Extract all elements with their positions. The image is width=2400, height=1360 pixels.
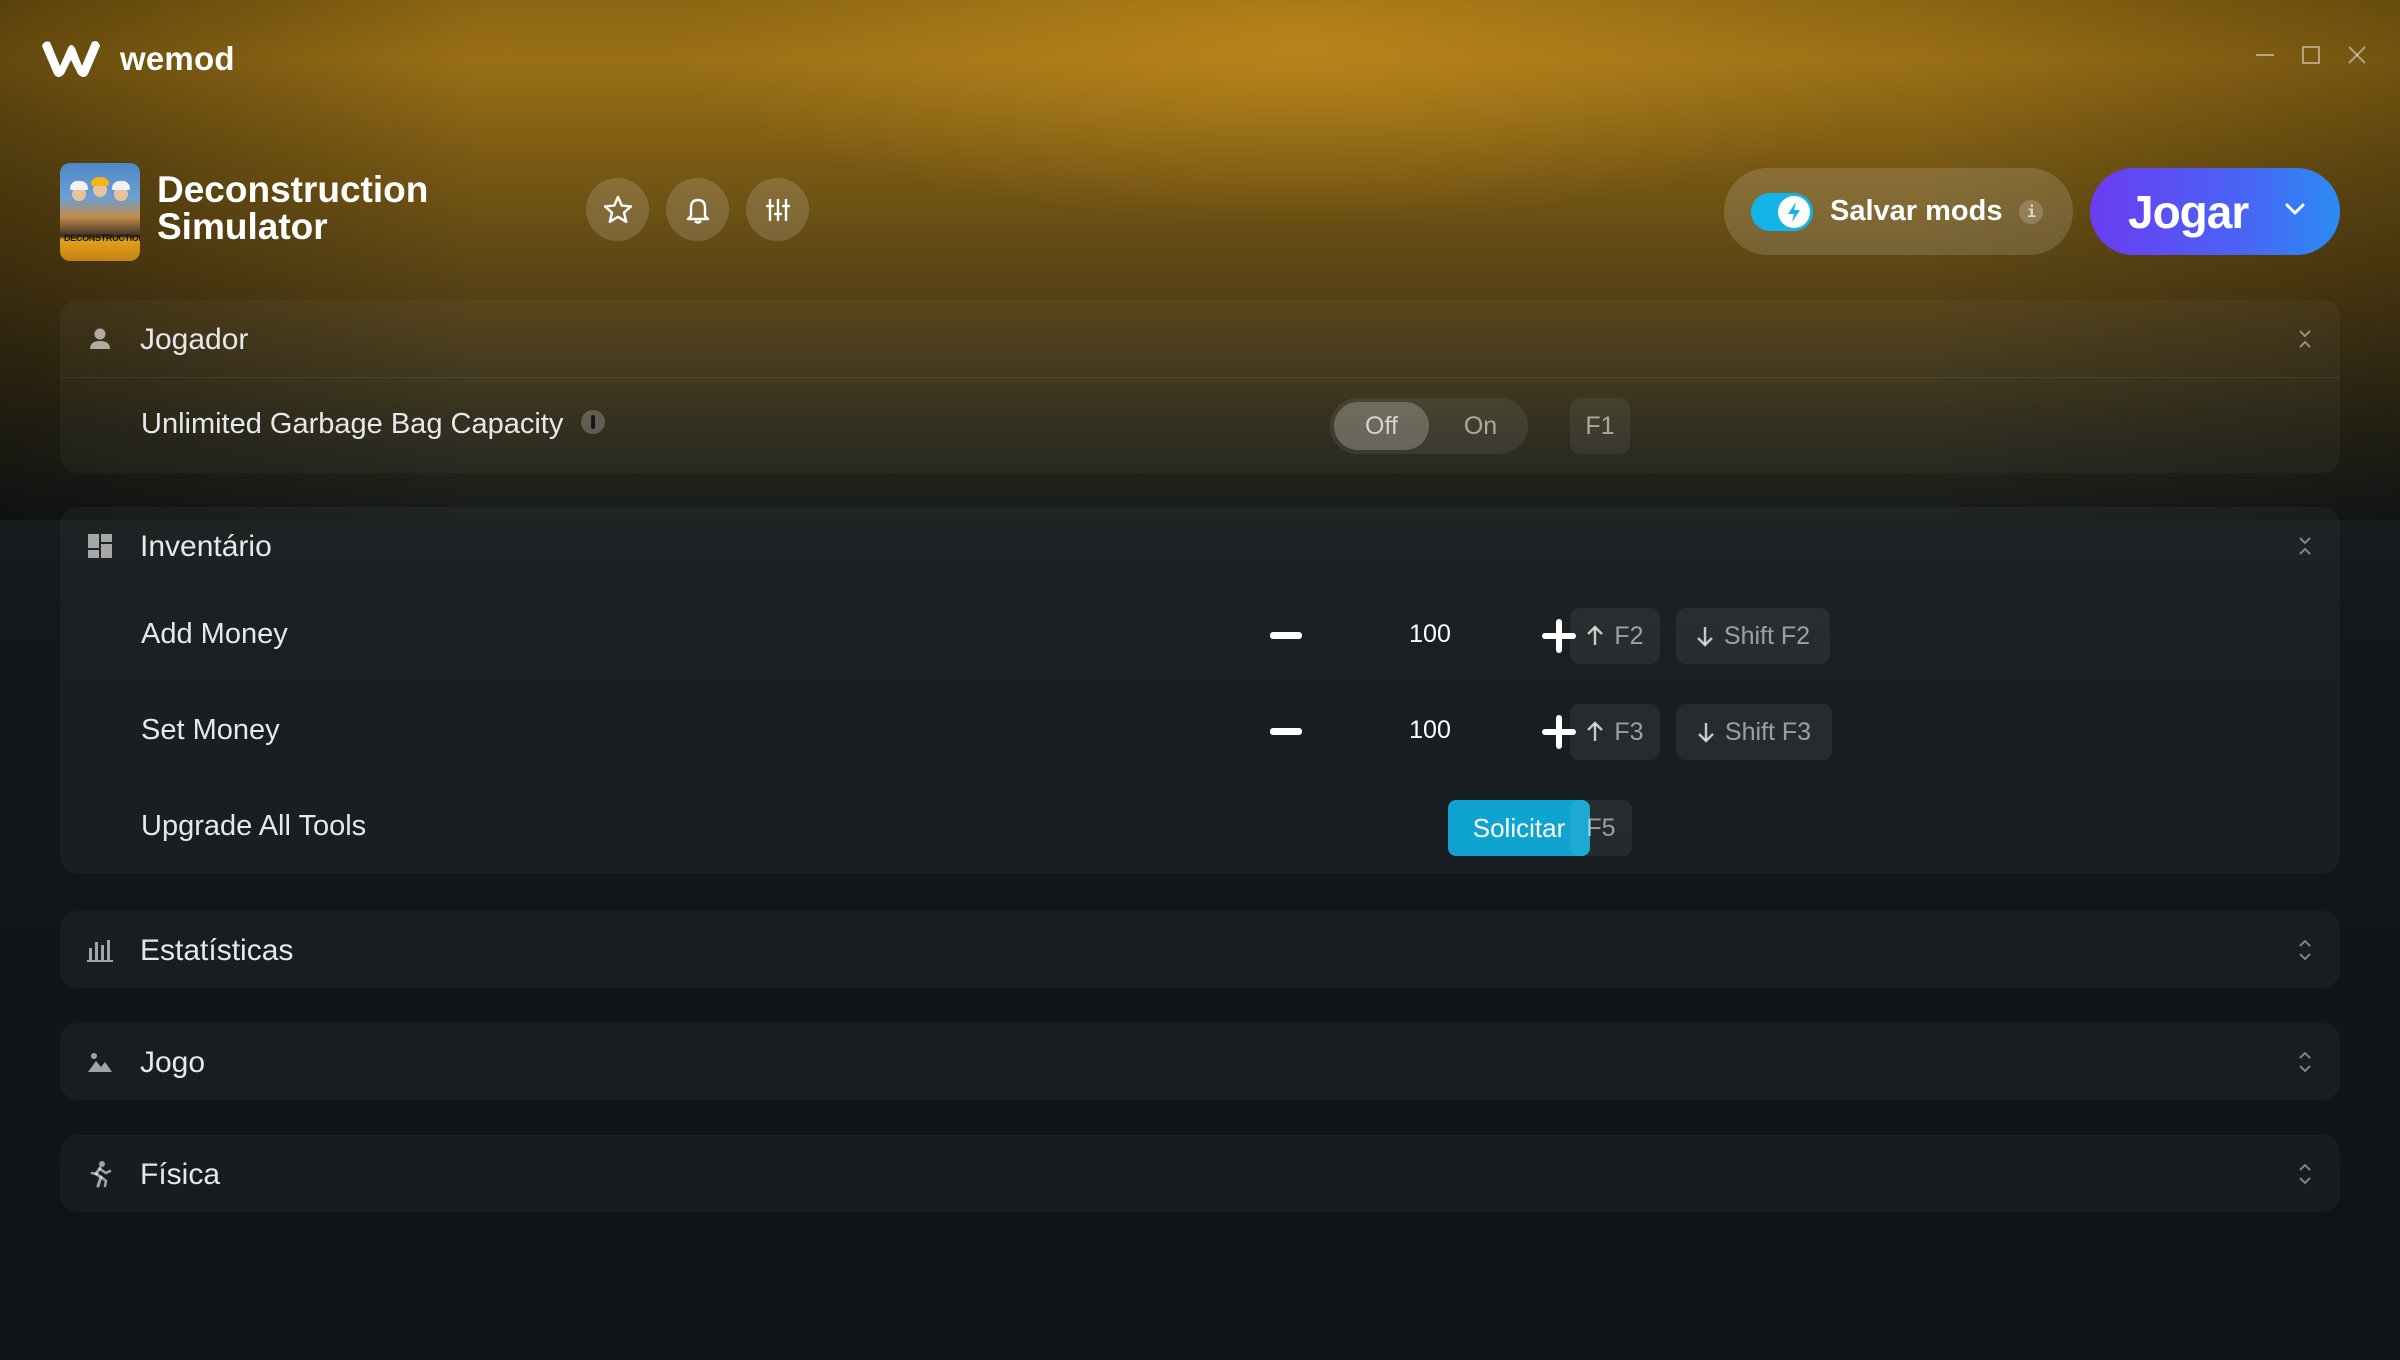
- category-title: Estatísticas: [140, 934, 294, 967]
- hotkey-badge[interactable]: Shift F2: [1676, 608, 1830, 664]
- category-title: Jogador: [140, 323, 249, 356]
- play-button[interactable]: Jogar: [2090, 168, 2340, 255]
- header-actions: [586, 178, 809, 241]
- maximize-icon[interactable]: [2300, 44, 2322, 66]
- bell-icon: [686, 198, 709, 224]
- category-header-inventario[interactable]: Inventário: [60, 507, 2340, 584]
- mod-row: Upgrade All Tools Solicitar F5: [60, 780, 2340, 876]
- arrow-up-icon: [1587, 721, 1604, 741]
- lightning-icon: [1788, 201, 1800, 222]
- cover-text: DECONSTRUCTION: [64, 233, 140, 243]
- collapse-icon[interactable]: [2296, 324, 2314, 354]
- category-title: Jogo: [140, 1046, 206, 1079]
- star-icon: [603, 195, 632, 223]
- game-title-line2: Simulator: [157, 206, 328, 247]
- mod-name: Add Money: [141, 618, 288, 650]
- arrow-down-icon: [1698, 723, 1714, 743]
- category-header-fisica[interactable]: Física: [60, 1135, 2340, 1212]
- mod-row: Unlimited Garbage Bag Capacity Off On F1: [60, 378, 2340, 474]
- title-bar: wemod: [0, 0, 2400, 120]
- game-header: DECONSTRUCTION Deconstruction Simulator: [60, 163, 2340, 263]
- stepper-value[interactable]: 100: [1365, 620, 1495, 649]
- game-cover-image: DECONSTRUCTION: [60, 163, 140, 261]
- category-header-estatisticas[interactable]: Estatísticas: [60, 911, 2340, 988]
- hotkey-badge[interactable]: F2: [1570, 608, 1660, 664]
- toggle-off-option[interactable]: Off: [1334, 402, 1429, 450]
- notifications-button[interactable]: [666, 178, 729, 241]
- bar-chart-icon: [87, 940, 113, 962]
- expand-icon[interactable]: [2296, 1047, 2314, 1077]
- arrow-down-icon: [1697, 627, 1713, 647]
- game-title-line1: Deconstruction: [157, 169, 429, 210]
- mod-name: Upgrade All Tools: [141, 810, 367, 842]
- on-off-toggle[interactable]: Off On: [1330, 398, 1528, 454]
- save-mods-toggle[interactable]: Salvar mods i: [1724, 168, 2073, 255]
- category-title: Física: [140, 1158, 221, 1191]
- category-estatisticas: Estatísticas: [60, 911, 2340, 988]
- category-header-jogo[interactable]: Jogo: [60, 1023, 2340, 1100]
- user-icon: [90, 328, 110, 349]
- window-controls: [2254, 44, 2368, 66]
- mod-name: Set Money: [141, 714, 280, 746]
- wemod-logo-icon: [42, 41, 100, 77]
- hotkey-badge[interactable]: F5: [1570, 800, 1632, 856]
- play-label: Jogar: [2128, 185, 2249, 238]
- favorite-button[interactable]: [586, 178, 649, 241]
- category-title: Inventário: [140, 530, 272, 563]
- close-icon[interactable]: [2346, 44, 2368, 66]
- category-jogo: Jogo: [60, 1023, 2340, 1100]
- save-mods-label: Salvar mods: [1830, 195, 2003, 227]
- decrease-button[interactable]: [1270, 728, 1302, 735]
- mod-row: Set Money 100 F3 Shift F3: [60, 684, 2340, 780]
- mod-name: Unlimited Garbage Bag Capacity: [141, 408, 606, 441]
- game-title: Deconstruction Simulator: [157, 171, 428, 245]
- expand-icon[interactable]: [2296, 1159, 2314, 1189]
- mod-row: Add Money 100 F2 Shift F2: [60, 588, 2340, 684]
- apply-button[interactable]: Solicitar: [1448, 800, 1590, 856]
- brand: wemod: [40, 38, 235, 80]
- expand-icon[interactable]: [2296, 935, 2314, 965]
- brand-name: wemod: [120, 40, 235, 77]
- running-person-icon: [90, 1161, 112, 1188]
- decrease-button[interactable]: [1270, 632, 1302, 639]
- landscape-icon: [88, 1053, 112, 1072]
- info-icon[interactable]: [581, 410, 606, 435]
- sliders-icon: [765, 198, 790, 221]
- stepper-value[interactable]: 100: [1365, 716, 1495, 745]
- dashboard-icon: [88, 534, 112, 558]
- chevron-down-icon[interactable]: [2284, 202, 2306, 216]
- toggle-on-option[interactable]: On: [1433, 402, 1528, 450]
- app-window: wemod DECONSTRUCTION Deconstruction Simu…: [0, 0, 2400, 1360]
- category-jogador: Jogador Unlimited Garbage Bag Capacity O…: [60, 300, 2340, 473]
- minimize-icon[interactable]: [2254, 44, 2276, 66]
- collapse-icon[interactable]: [2296, 531, 2314, 561]
- save-mods-switch[interactable]: [1751, 192, 1813, 231]
- hotkey-badge[interactable]: F3: [1570, 704, 1660, 760]
- category-fisica: Física: [60, 1135, 2340, 1212]
- info-icon[interactable]: i: [2019, 199, 2044, 224]
- arrow-up-icon: [1587, 625, 1604, 645]
- category-header-jogador[interactable]: Jogador: [60, 300, 2340, 377]
- hotkey-badge[interactable]: F1: [1570, 398, 1630, 454]
- hotkey-badge[interactable]: Shift F3: [1676, 704, 1832, 760]
- settings-button[interactable]: [746, 178, 809, 241]
- category-inventario: Inventário Add Money 100 F2 Shift F2 Set…: [60, 507, 2340, 874]
